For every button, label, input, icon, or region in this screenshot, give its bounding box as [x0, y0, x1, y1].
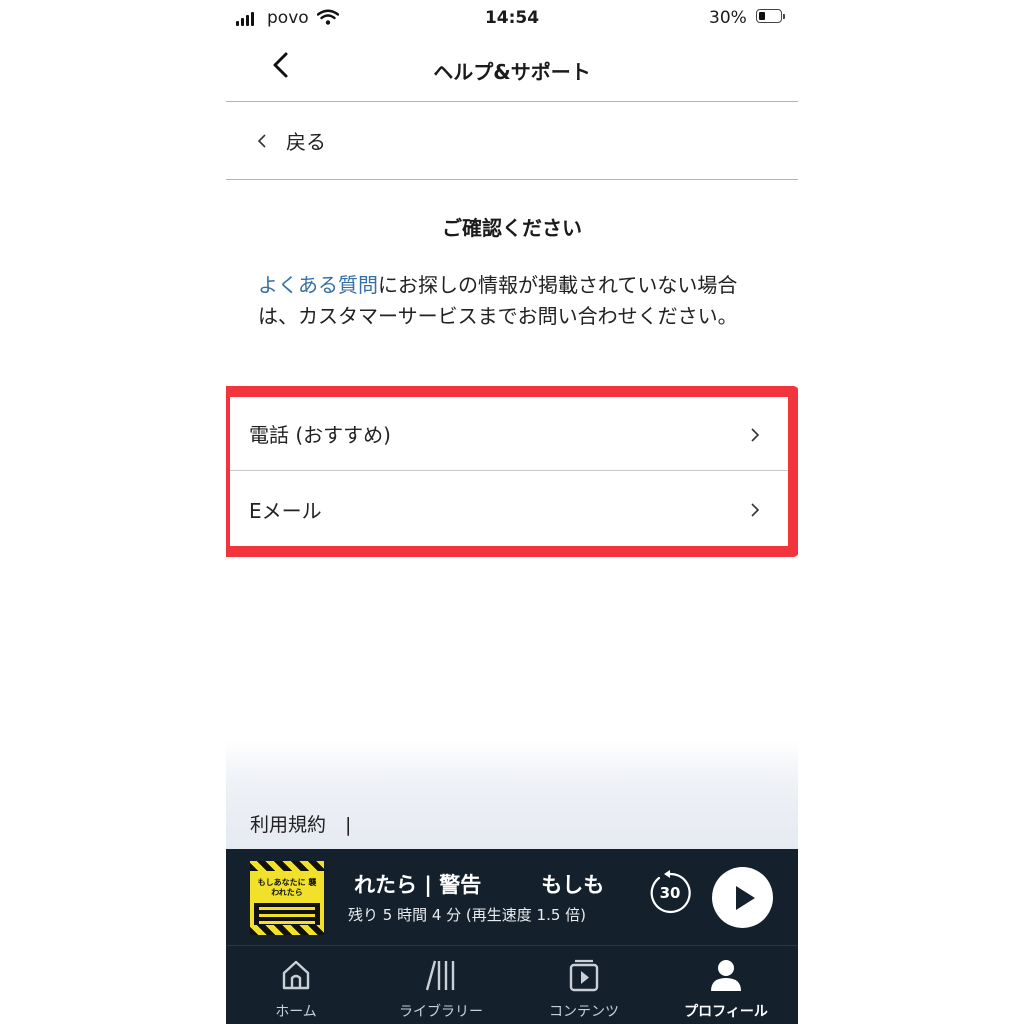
battery-percent: 30%: [709, 8, 747, 28]
rewind-seconds: 30: [659, 884, 681, 902]
phone-option-label: 電話 (おすすめ): [249, 423, 391, 447]
home-icon: [282, 960, 310, 990]
page-title: ヘルプ&サポート: [433, 60, 591, 84]
phone-screen: povo 14:54 30% ヘルプ&サポート 戻る ご確認ください よくある質…: [226, 0, 798, 1024]
content-icon: [569, 959, 599, 992]
chevron-left-small-icon: [257, 133, 266, 148]
profile-icon: [711, 960, 741, 991]
back-link[interactable]: 戻る: [256, 126, 326, 155]
tab-home[interactable]: ホーム: [246, 946, 346, 1024]
player-title: れたら | 警告 もしも: [354, 873, 605, 897]
back-label: 戻る: [286, 130, 326, 154]
tab-library-label: ライブラリー: [399, 1004, 483, 1020]
terms-link[interactable]: 利用規約 |: [250, 810, 351, 837]
tab-profile[interactable]: プロフィール: [666, 946, 786, 1024]
play-button[interactable]: [712, 867, 773, 928]
tab-home-label: ホーム: [275, 1004, 317, 1020]
player-subtitle: 残り 5 時間 4 分 (再生速度 1.5 倍): [348, 906, 587, 924]
tab-content-label: コンテンツ: [549, 1004, 619, 1020]
chevron-right-icon: [751, 503, 760, 517]
faq-link[interactable]: よくある質問: [258, 273, 378, 297]
mini-player[interactable]: もしあなたに 襲われたら れたら | 警告 もしも 残り 5 時間 4 分 (再生…: [226, 849, 798, 945]
divider: [226, 101, 798, 102]
status-bar: povo 14:54 30%: [226, 0, 798, 36]
section-heading: ご確認ください: [442, 216, 582, 240]
info-paragraph: よくある質問にお探しの情報が掲載されていない場合は、カスタマーサービスまでお問い…: [258, 270, 768, 332]
phone-option[interactable]: 電話 (おすすめ): [230, 397, 788, 471]
tab-library[interactable]: ライブラリー: [381, 946, 501, 1024]
contact-options-highlight: 電話 (おすすめ) Eメール: [226, 386, 798, 557]
play-icon: [736, 886, 755, 910]
tab-bar: ホーム ライブラリー コンテンツ プロフィール: [226, 945, 798, 1024]
battery-icon: [756, 9, 785, 23]
book-cover[interactable]: もしあなたに 襲われたら: [250, 861, 324, 935]
email-option[interactable]: Eメール: [230, 472, 788, 546]
library-icon: [425, 960, 455, 991]
tab-profile-label: プロフィール: [684, 1004, 768, 1020]
email-option-label: Eメール: [249, 498, 322, 523]
tab-content[interactable]: コンテンツ: [529, 946, 639, 1024]
cover-text: もしあなたに 襲われたら: [257, 878, 317, 897]
chevron-right-icon: [751, 428, 760, 442]
divider: [226, 179, 798, 180]
